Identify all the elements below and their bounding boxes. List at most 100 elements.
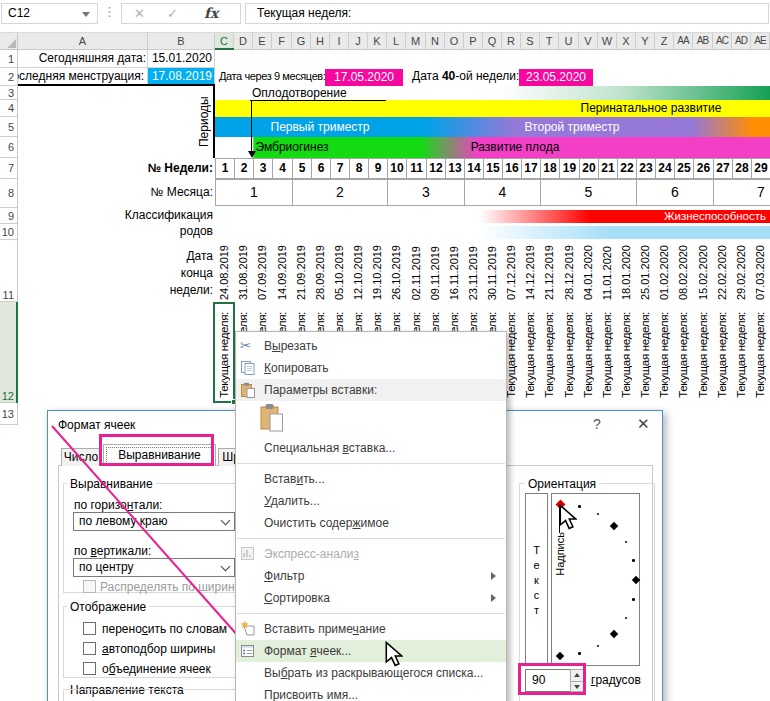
row-header-12[interactable]: 12 <box>0 302 17 403</box>
row-header-3[interactable]: 3 <box>0 86 17 100</box>
column-header-b[interactable]: B <box>148 33 215 49</box>
column-header-ad[interactable]: AD <box>732 33 751 49</box>
week-cell[interactable]: 21 <box>598 158 618 179</box>
enter-icon[interactable]: ✓ <box>167 4 178 23</box>
row-header-4[interactable]: 4 <box>0 100 17 117</box>
week-cell[interactable]: 15 <box>483 158 503 179</box>
tab-number[interactable]: Число <box>61 448 101 466</box>
menu-item-6[interactable]: Вставить... <box>236 468 506 490</box>
menu-item-10[interactable]: Экспресс-анализ <box>236 543 506 565</box>
column-header-u[interactable]: U <box>559 33 579 49</box>
select-all-corner[interactable] <box>0 33 18 50</box>
week-cell[interactable]: 2 <box>234 158 254 179</box>
column-header-w[interactable]: W <box>598 33 617 49</box>
week-cell[interactable]: 12 <box>426 158 446 179</box>
column-header-r[interactable]: R <box>502 33 521 49</box>
menu-item-4[interactable]: Специальная вставка... <box>236 437 506 459</box>
merge-checkbox[interactable] <box>83 662 96 675</box>
name-box[interactable]: C12 <box>1 3 98 24</box>
week-cell[interactable]: 6 <box>311 158 331 179</box>
column-header-n[interactable]: N <box>426 33 445 49</box>
column-header-k[interactable]: K <box>368 33 387 49</box>
current-week-cell[interactable]: Текущая неделя: <box>732 312 751 398</box>
week-cell[interactable]: 5 <box>292 158 312 179</box>
column-header-ab[interactable]: AB <box>693 33 713 49</box>
current-week-cell[interactable]: Текущая неделя: <box>674 312 693 398</box>
menu-item-8[interactable]: Очистить содержимое <box>236 512 506 534</box>
current-week-cell[interactable]: Текущая неделя: <box>751 312 770 398</box>
column-header-j[interactable]: J <box>349 33 368 49</box>
week-cell[interactable]: 10 <box>387 158 407 179</box>
month-cell[interactable]: 7 <box>713 179 770 206</box>
column-header-i[interactable]: I <box>330 33 349 49</box>
current-week-cell[interactable]: Текущая неделя: <box>617 312 636 398</box>
row-header-5[interactable]: 5 <box>0 117 17 137</box>
month-cell[interactable]: 1 <box>215 179 293 206</box>
row-header-1[interactable]: 1 <box>0 50 17 68</box>
week-cell[interactable]: 23 <box>636 158 656 179</box>
month-cell[interactable]: 5 <box>540 179 637 206</box>
insert-function-icon[interactable]: fx <box>204 4 218 23</box>
column-header-t[interactable]: T <box>540 33 559 49</box>
dialog-help-button[interactable]: ? <box>593 416 601 432</box>
column-header-v[interactable]: V <box>579 33 598 49</box>
column-header-s[interactable]: S <box>521 33 540 49</box>
column-header-ae[interactable]: AE <box>751 33 770 49</box>
column-header-a[interactable]: A <box>18 33 148 49</box>
week-cell[interactable]: 1 <box>215 158 235 179</box>
menu-item-15[interactable]: Формат ячеек... <box>236 640 506 662</box>
current-week-cell[interactable]: Текущая неделя: <box>579 312 598 398</box>
week-cell[interactable]: 24 <box>655 158 675 179</box>
menu-item-11[interactable]: Фильтр <box>236 565 506 587</box>
current-week-cell[interactable]: Текущая неделя: <box>559 312 579 398</box>
current-week-cell[interactable]: Текущая неделя: <box>540 312 559 398</box>
column-header-y[interactable]: Y <box>636 33 655 49</box>
week-cell[interactable]: 25 <box>674 158 694 179</box>
row-header-11[interactable]: 11 <box>0 240 17 302</box>
column-header-f[interactable]: F <box>272 33 292 49</box>
column-header-d[interactable]: D <box>234 33 253 49</box>
column-header-p[interactable]: P <box>464 33 483 49</box>
column-header-c[interactable]: C <box>215 33 234 49</box>
menu-item-16[interactable]: Выбрать из раскрывающегося списка... <box>236 662 506 684</box>
row-header-6[interactable]: 6 <box>0 137 17 158</box>
week-cell[interactable]: 29 <box>751 158 770 179</box>
cancel-icon[interactable]: ✕ <box>134 4 145 23</box>
row-header-10[interactable]: 10 <box>0 224 17 240</box>
current-week-cell[interactable]: Текущая неделя: <box>636 312 655 398</box>
month-cell[interactable]: 6 <box>636 179 714 206</box>
shrink-checkbox[interactable] <box>83 642 96 655</box>
month-cell[interactable]: 2 <box>292 179 388 206</box>
week-cell[interactable]: 11 <box>406 158 427 179</box>
formula-bar[interactable]: Текущая неделя: <box>245 3 769 24</box>
week-cell[interactable]: 4 <box>272 158 293 179</box>
week-cell[interactable]: 3 <box>253 158 273 179</box>
row-header-7[interactable]: 7 <box>0 158 17 179</box>
week-cell[interactable]: 13 <box>445 158 465 179</box>
current-week-cell[interactable]: Текущая неделя: <box>521 312 540 398</box>
week-cell[interactable]: 7 <box>330 158 350 179</box>
week-cell[interactable]: 9 <box>368 158 388 179</box>
orientation-text-box[interactable]: Текст <box>525 493 548 666</box>
week-cell[interactable]: 22 <box>617 158 637 179</box>
week-cell[interactable]: 27 <box>713 158 733 179</box>
column-header-q[interactable]: Q <box>483 33 502 49</box>
week-cell[interactable]: 17 <box>521 158 541 179</box>
current-week-cell[interactable]: Текущая неделя: <box>693 312 713 398</box>
vertical-select[interactable]: по центру <box>73 558 235 577</box>
month-cell[interactable]: 3 <box>387 179 465 206</box>
column-header-o[interactable]: O <box>445 33 464 49</box>
distribute-checkbox[interactable] <box>83 580 96 593</box>
current-week-cell[interactable]: Текущая неделя: <box>598 312 617 398</box>
column-header-e[interactable]: E <box>253 33 272 49</box>
row-header-13[interactable]: 13 <box>0 403 17 425</box>
current-week-cell[interactable]: Текущая неделя: <box>713 312 732 398</box>
menu-item-12[interactable]: Сортировка <box>236 587 506 609</box>
week-cell[interactable]: 16 <box>502 158 522 179</box>
week-cell[interactable]: 28 <box>732 158 752 179</box>
column-header-aa[interactable]: AA <box>674 33 693 49</box>
menu-item-1[interactable]: Копировать <box>236 357 506 379</box>
month-cell[interactable]: 4 <box>464 179 541 206</box>
current-week-cell[interactable]: Текущая неделя: <box>655 312 674 398</box>
column-header-x[interactable]: X <box>617 33 636 49</box>
